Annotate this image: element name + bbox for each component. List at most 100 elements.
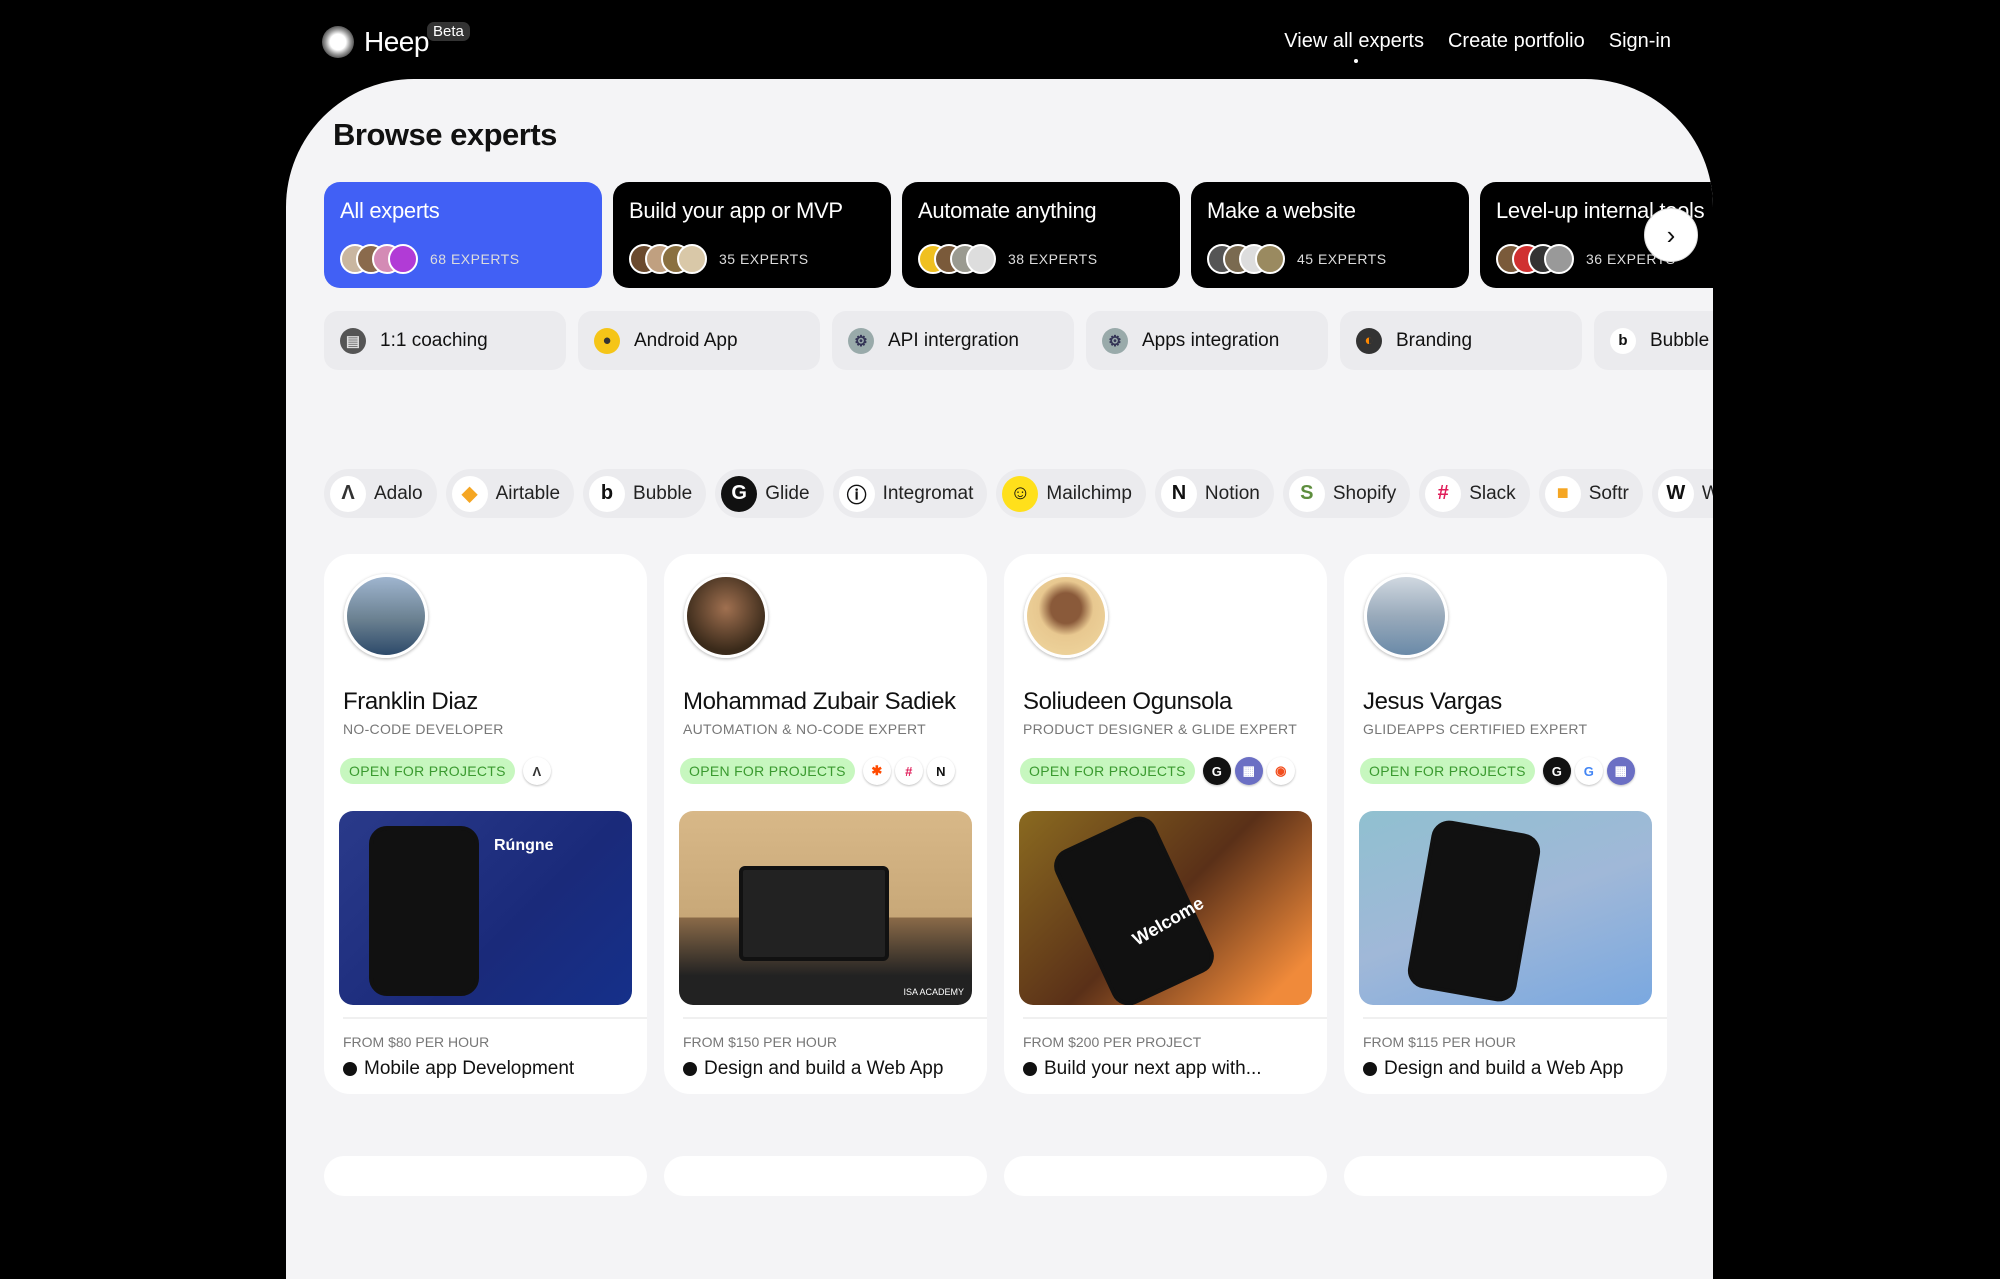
category-label: Build your app or MVP	[629, 198, 843, 223]
category-card[interactable]: Make a website 45 EXPERTS	[1191, 182, 1469, 288]
notion-icon: N	[1160, 475, 1197, 512]
expert-card-partial	[1344, 1156, 1667, 1196]
project-title: Build your next app with...	[1044, 1058, 1262, 1079]
slack-icon: #	[1425, 475, 1462, 512]
tool-filter-glide[interactable]: G Glide	[715, 469, 824, 518]
book-icon: ▦	[1234, 757, 1263, 785]
project-icon	[683, 1062, 697, 1076]
tool-label: Integromat	[882, 482, 974, 504]
project-icon	[1023, 1062, 1037, 1076]
category-card[interactable]: Automate anything 38 EXPERTS	[902, 182, 1180, 288]
tag-label: Apps integration	[1142, 329, 1280, 351]
expert-card[interactable]: Jesus Vargas GLIDEAPPS CERTIFIED EXPERT …	[1344, 554, 1667, 1094]
nav-create-portfolio[interactable]: Create portfolio	[1448, 30, 1585, 53]
tag-chip[interactable]: ● Android App	[578, 311, 820, 370]
tool-filter-mailchimp[interactable]: ☺ Mailchimp	[996, 469, 1146, 518]
avatar	[388, 244, 418, 274]
chevron-right-icon: ›	[1666, 219, 1676, 250]
tool-filter-integromat[interactable]: ⓘ Integromat	[832, 469, 988, 518]
tool-label: Mailchimp	[1046, 482, 1132, 504]
logo-icon	[322, 26, 354, 58]
nav-view-all-experts[interactable]: View all experts	[1284, 30, 1424, 63]
category-card[interactable]: Build your app or MVP 35 EXPERTS	[613, 182, 891, 288]
cabinet-icon: ▤	[340, 327, 366, 354]
expert-count: 35 EXPERTS	[719, 251, 809, 267]
category-label: All experts	[340, 198, 440, 223]
tag-chip[interactable]: ▤ 1:1 coaching	[324, 311, 566, 370]
tool-label: Shopify	[1332, 482, 1397, 504]
avatar	[677, 244, 707, 274]
tag-chip[interactable]: ⚙ Apps integration	[1086, 311, 1328, 370]
status-badge: OPEN FOR PROJECTS	[1360, 758, 1535, 784]
shopify-icon: S	[1288, 475, 1325, 512]
tool-label: Bubble	[633, 482, 693, 504]
project-image: Rúngne	[339, 811, 632, 1005]
tag-chip[interactable]: ◐ Branding	[1340, 311, 1582, 370]
beta-badge: Beta	[427, 22, 470, 41]
adalo-icon: Λ	[330, 475, 366, 512]
divider	[1023, 1017, 1327, 1019]
avatar	[344, 574, 428, 658]
expert-card[interactable]: Franklin Diaz NO-CODE DEVELOPER OPEN FOR…	[324, 554, 647, 1094]
tool-label: Notion	[1204, 482, 1260, 504]
bubble-icon: b	[1610, 327, 1636, 354]
tag-label: API intergration	[888, 329, 1019, 351]
tag-label: Bubble	[1650, 329, 1710, 351]
tag-chip[interactable]: ⚙ API intergration	[832, 311, 1074, 370]
tool-filter-row: Λ Adalo ◆ Airtable b Bubble G Glide ⓘ Integromat ☺…	[324, 469, 1713, 518]
softr-icon: ■	[1544, 475, 1581, 512]
carousel-next-button[interactable]: ›	[1644, 208, 1698, 262]
avatar-stack	[340, 244, 418, 274]
tool-filter-softr[interactable]: ■ Softr	[1538, 469, 1643, 518]
tool-filter-webflow[interactable]: W Webflow	[1651, 469, 1713, 518]
glide-icon: G	[721, 475, 758, 512]
price: FROM $150 PER HOUR	[683, 1034, 838, 1050]
project-image: Welcome	[1019, 811, 1312, 1005]
integromat-icon: ⓘ	[838, 475, 875, 512]
tool-filter-shopify[interactable]: S Shopify	[1282, 469, 1411, 518]
tool-filter-bubble[interactable]: b Bubble	[583, 469, 707, 518]
zapier-icon: ✱	[862, 757, 891, 785]
avatar	[684, 574, 768, 658]
nav-sign-in[interactable]: Sign-in	[1609, 30, 1671, 53]
expert-count: 68 EXPERTS	[430, 251, 520, 267]
expert-name: Franklin Diaz	[343, 688, 478, 715]
status-badge: OPEN FOR PROJECTS	[1020, 758, 1195, 784]
category-carousel: All experts 68 EXPERTS Build your app or …	[324, 182, 1713, 288]
expert-role: PRODUCT DESIGNER & GLIDE EXPERT	[1023, 721, 1298, 737]
tool-filter-airtable[interactable]: ◆ Airtable	[445, 469, 575, 518]
project-image-caption: ISA ACADEMY	[903, 987, 964, 997]
tool-label: Slack	[1469, 482, 1516, 504]
glide-icon: G	[1202, 757, 1231, 785]
tool-filter-slack[interactable]: # Slack	[1419, 469, 1530, 518]
tool-label: Softr	[1588, 482, 1629, 504]
expert-card[interactable]: Soliudeen Ogunsola PRODUCT DESIGNER & GL…	[1004, 554, 1327, 1094]
tool-filter-adalo[interactable]: Λ Adalo	[324, 469, 437, 518]
avatar-stack	[1496, 244, 1574, 274]
divider	[683, 1017, 987, 1019]
expert-name: Soliudeen Ogunsola	[1023, 688, 1232, 715]
tag-label: Android App	[634, 329, 738, 351]
category-label: Automate anything	[918, 198, 1097, 223]
expert-card-partial	[324, 1156, 647, 1196]
expert-name: Jesus Vargas	[1363, 688, 1502, 715]
logo[interactable]: Heep Beta	[322, 22, 470, 58]
category-card[interactable]: All experts 68 EXPERTS	[324, 182, 602, 288]
mailchimp-icon: ☺	[1002, 475, 1039, 512]
category-label: Make a website	[1207, 198, 1356, 223]
gear-icon: ⚙	[1102, 327, 1128, 354]
price: FROM $200 PER PROJECT	[1023, 1034, 1202, 1050]
airtable-icon: ◆	[451, 475, 488, 512]
tool-label: Adalo	[374, 482, 423, 504]
expert-card[interactable]: Mohammad Zubair Sadiek AUTOMATION & NO-C…	[664, 554, 987, 1094]
tag-label: 1:1 coaching	[380, 329, 488, 351]
project-image	[1359, 811, 1652, 1005]
tag-row: ▤ 1:1 coaching ● Android App ⚙ API intergrati…	[324, 311, 1713, 370]
page-title: Browse experts	[333, 117, 557, 152]
project-title: Design and build a Web App	[1384, 1058, 1624, 1079]
tag-chip[interactable]: b Bubble	[1594, 311, 1713, 370]
tool-filter-notion[interactable]: N Notion	[1154, 469, 1274, 518]
project-image: ISA ACADEMY	[679, 811, 972, 1005]
tag-label: Branding	[1396, 329, 1473, 351]
avatar	[1364, 574, 1448, 658]
